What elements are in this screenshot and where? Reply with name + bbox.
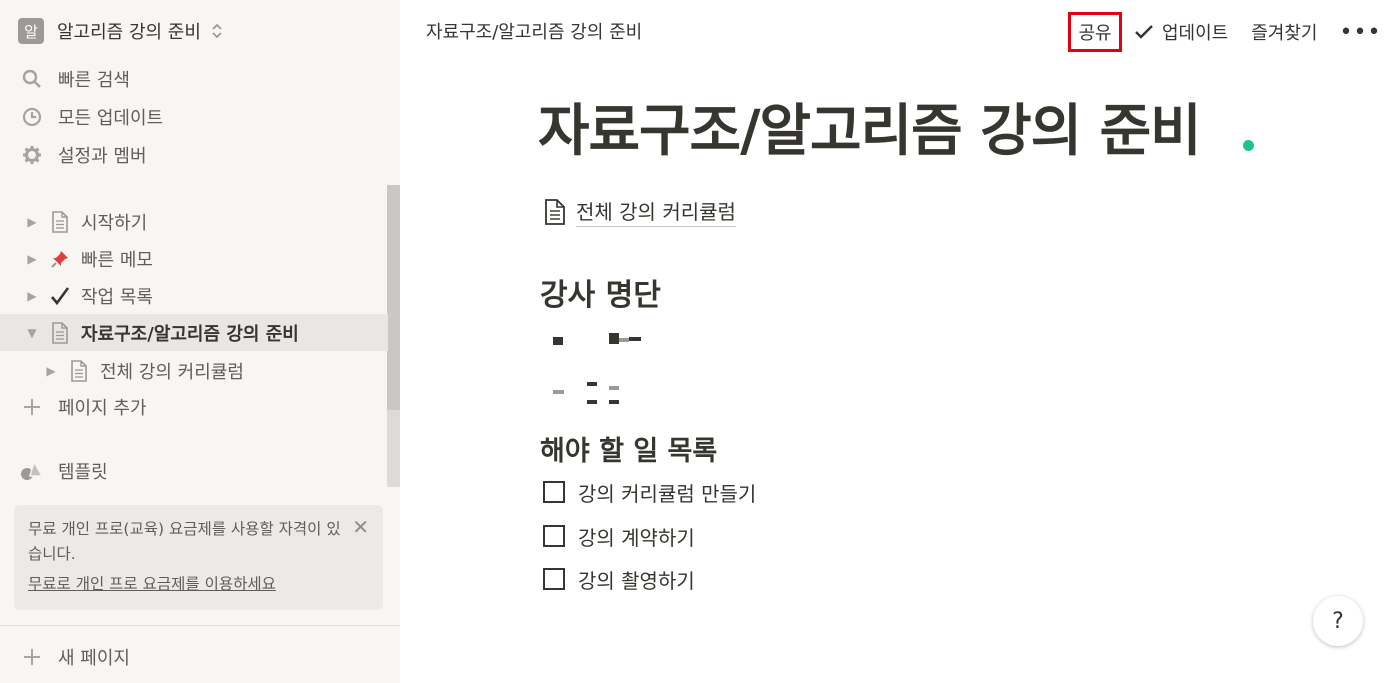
workspace-switcher[interactable]: 알 알고리즘 강의 준비 (18, 18, 223, 44)
templates-button[interactable]: 템플릿 (20, 456, 108, 486)
help-button[interactable]: ? (1313, 596, 1363, 646)
sidebar-scrollbar-thumb[interactable] (387, 185, 400, 410)
expand-triangle-icon[interactable]: ▶ (25, 289, 39, 303)
add-page-button[interactable]: 페이지 추가 (20, 392, 147, 422)
redacted-block (609, 400, 619, 404)
redacted-block (609, 333, 619, 344)
new-page-label: 새 페이지 (58, 648, 130, 669)
page-icon (49, 321, 71, 344)
more-options-icon[interactable]: ••• (1340, 20, 1382, 45)
share-button[interactable]: 공유 (1068, 12, 1122, 52)
redacted-block (619, 338, 629, 342)
pushpin-icon (49, 248, 71, 270)
breadcrumb[interactable]: 자료구조/알고리즘 강의 준비 (426, 18, 642, 44)
updates-button[interactable]: 업데이트 (1134, 19, 1228, 45)
sidebar-item-quick-memo[interactable]: ▶ 빠른 메모 (0, 240, 388, 277)
updates-label: 업데이트 (1162, 23, 1229, 44)
redacted-block (587, 382, 597, 386)
sidebar-item-getting-started[interactable]: ▶ 시작하기 (0, 203, 388, 240)
promo-text: 무료 개인 프로(교육) 요금제를 사용할 자격이 있습니다. (28, 520, 341, 563)
sidebar: 알 알고리즘 강의 준비 빠른 검색 모든 업데이트 설정과 멤버 ▶ 시작하기… (0, 0, 400, 683)
nav-updates-label: 모든 업데이트 (58, 108, 164, 129)
nav-all-updates[interactable]: 모든 업데이트 (20, 102, 163, 132)
todo-item: 강의 촬영하기 (543, 564, 695, 594)
pro-plan-promo: 무료 개인 프로(교육) 요금제를 사용할 자격이 있습니다. 무료로 개인 프… (14, 505, 383, 610)
collapse-triangle-icon[interactable]: ▼ (25, 326, 39, 340)
subpage-link[interactable]: 전체 강의 커리큘럼 (544, 196, 736, 227)
sidebar-item-label: 자료구조/알고리즘 강의 준비 (81, 323, 299, 345)
nav-search-label: 빠른 검색 (58, 70, 130, 91)
page-icon (544, 198, 566, 225)
templates-label: 템플릿 (58, 462, 108, 483)
close-icon[interactable]: ✕ (352, 515, 369, 540)
sidebar-item-curriculum[interactable]: ▶ 전체 강의 커리큘럼 (0, 352, 388, 389)
text-cursor (1243, 140, 1254, 151)
sidebar-item-label: 전체 강의 커리큘럼 (100, 361, 244, 383)
nav-settings-label: 설정과 멤버 (58, 146, 147, 167)
todo-checkbox[interactable] (543, 525, 565, 547)
search-icon (20, 67, 44, 91)
redacted-block (609, 386, 619, 390)
sidebar-item-label: 작업 목록 (81, 286, 153, 308)
workspace-name: 알고리즘 강의 준비 (57, 22, 201, 43)
redacted-block (553, 337, 563, 345)
todo-heading[interactable]: 해야 할 일 목록 (540, 429, 717, 468)
sidebar-item-label: 시작하기 (81, 212, 148, 234)
plus-icon (20, 395, 44, 419)
sidebar-item-current-page[interactable]: ▼ 자료구조/알고리즘 강의 준비 (0, 314, 388, 351)
expand-triangle-icon[interactable]: ▶ (25, 252, 39, 266)
checkmark-icon (49, 285, 71, 307)
redacted-block (587, 400, 597, 404)
workspace-avatar: 알 (18, 18, 44, 44)
page-title[interactable]: 자료구조/알고리즘 강의 준비 (538, 86, 1202, 167)
expand-triangle-icon[interactable]: ▶ (25, 215, 39, 229)
sidebar-item-label: 빠른 메모 (81, 249, 153, 271)
app-window: 알 알고리즘 강의 준비 빠른 검색 모든 업데이트 설정과 멤버 ▶ 시작하기… (0, 0, 1388, 683)
redacted-block (553, 390, 564, 394)
todo-item: 강의 커리큘럼 만들기 (543, 477, 756, 507)
promo-link[interactable]: 무료로 개인 프로 요금제를 이용하세요 (28, 572, 369, 597)
new-page-button[interactable]: 새 페이지 (20, 642, 130, 672)
chevron-updown-icon (211, 23, 223, 39)
subpage-link-label: 전체 강의 커리큘럼 (576, 196, 736, 227)
checkmark-icon (1134, 24, 1154, 40)
sidebar-divider (0, 625, 400, 626)
todo-label[interactable]: 강의 커리큘럼 만들기 (578, 478, 756, 507)
topbar-actions: 공유 업데이트 즐겨찾기 ••• (1068, 12, 1381, 52)
nav-settings-members[interactable]: 설정과 멤버 (20, 140, 147, 170)
sidebar-item-task-list[interactable]: ▶ 작업 목록 (0, 277, 388, 314)
nav-quick-search[interactable]: 빠른 검색 (20, 64, 130, 94)
todo-checkbox[interactable] (543, 568, 565, 590)
todo-label[interactable]: 강의 계약하기 (578, 522, 695, 551)
redacted-block (629, 337, 641, 341)
favorites-button[interactable]: 즐겨찾기 (1251, 19, 1317, 45)
shapes-icon (20, 459, 44, 483)
clock-icon (20, 105, 44, 129)
gear-icon (20, 143, 44, 167)
expand-triangle-icon[interactable]: ▶ (44, 364, 58, 378)
plus-icon (20, 645, 44, 669)
todo-checkbox[interactable] (543, 481, 565, 503)
page-icon (49, 210, 71, 233)
instructors-heading[interactable]: 강사 명단 (540, 270, 661, 314)
page-icon (68, 359, 90, 382)
add-page-label: 페이지 추가 (58, 398, 147, 419)
todo-item: 강의 계약하기 (543, 521, 695, 551)
todo-label[interactable]: 강의 촬영하기 (578, 565, 695, 594)
